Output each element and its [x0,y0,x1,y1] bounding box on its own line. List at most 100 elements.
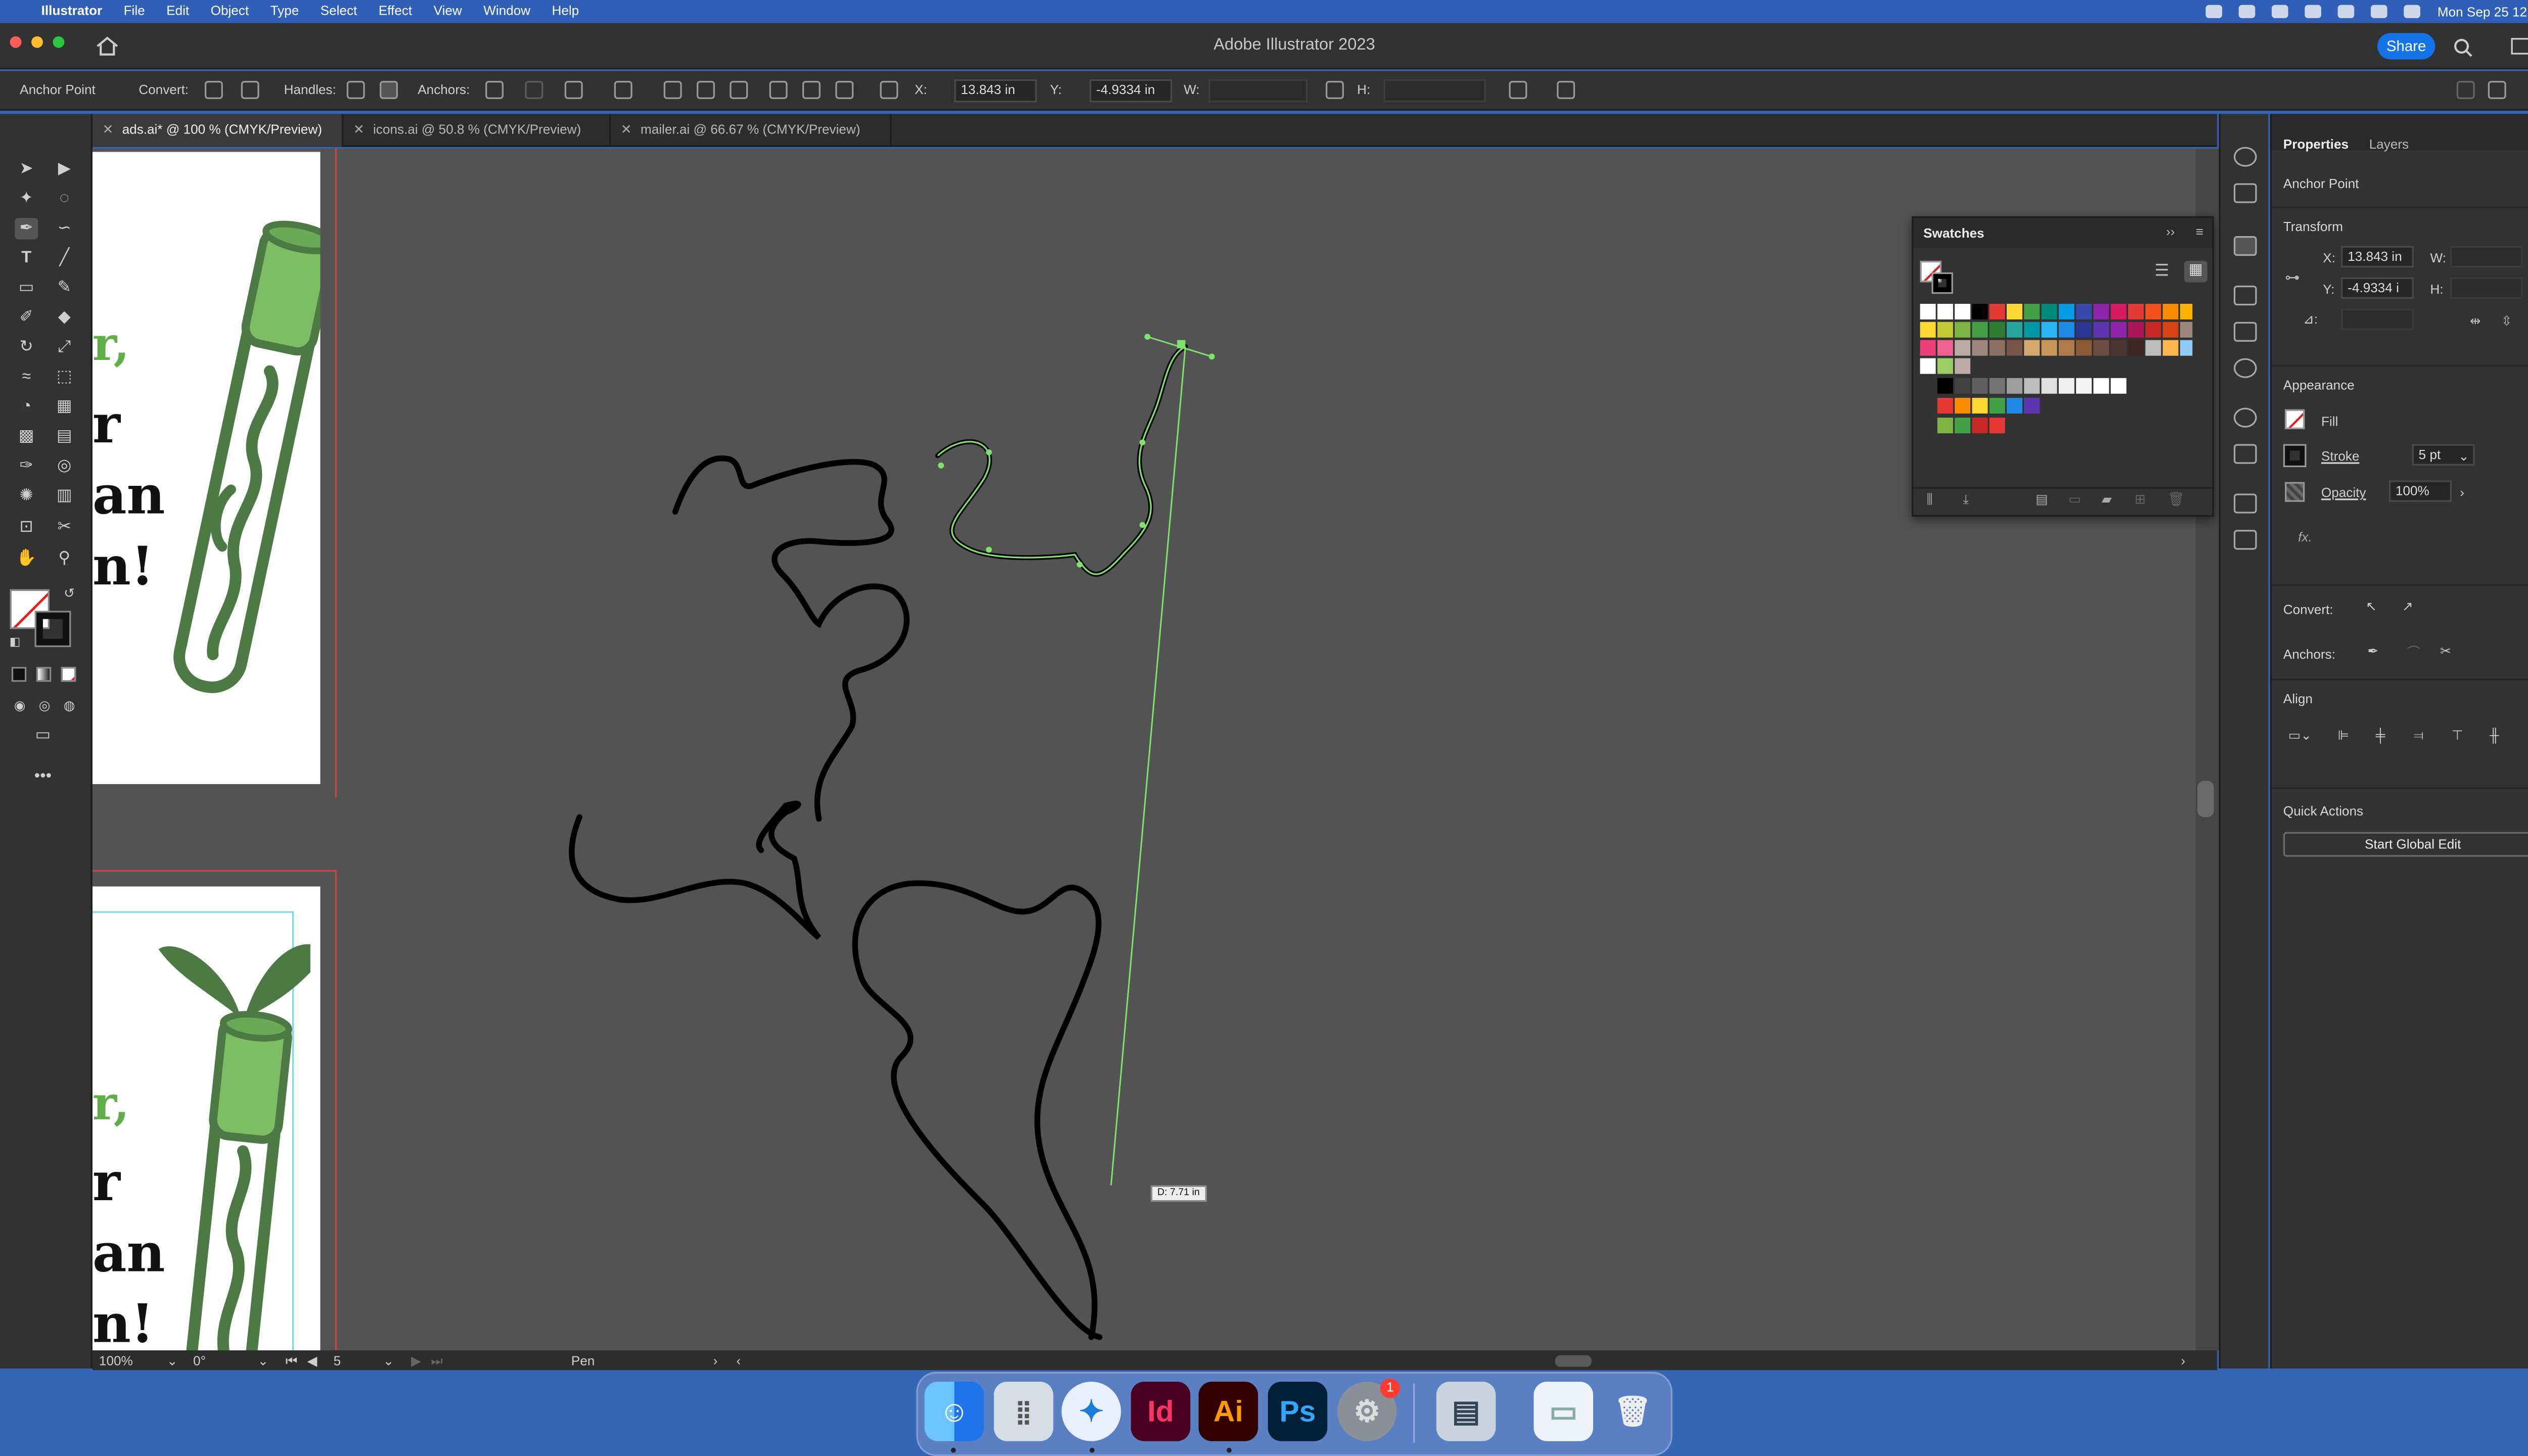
tab-ads[interactable]: ✕ ads.ai* @ 100 % (CMYK/Preview) [92,114,344,147]
draw-inside-icon[interactable]: ◍ [58,695,81,716]
arrange-documents-icon[interactable] [2511,38,2528,55]
finder-icon[interactable]: ☺ [924,1382,984,1441]
zoom-tool-icon[interactable]: ⚲ [53,548,76,569]
line-tool-icon[interactable]: ╱ [53,248,76,269]
swatch[interactable] [1920,322,1936,338]
horizontal-scrollbar-thumb[interactable] [1555,1355,1592,1367]
menu-edit[interactable]: Edit [166,0,189,23]
swatch[interactable] [2058,303,2074,320]
color-guide-icon[interactable] [2233,147,2257,167]
fx-icon[interactable]: fx. [2298,530,2312,544]
status-menu-icon[interactable]: › [713,1354,718,1369]
swatch[interactable] [1937,303,1953,320]
swatch[interactable] [1955,340,1971,356]
convert-corner-icon[interactable] [204,80,223,99]
control-center-icon[interactable] [2404,5,2421,18]
swatch[interactable] [1972,340,1988,356]
direct-selection-tool-icon[interactable]: ▶ [53,158,76,179]
gradient-mode-icon[interactable] [36,667,52,682]
swatch[interactable] [2006,303,2022,320]
swatch[interactable] [1989,303,2005,320]
warp-tool-icon[interactable]: ≈ [15,367,38,388]
swatch[interactable] [2162,303,2179,320]
hand-tool-icon[interactable]: ✋ [15,548,38,569]
artboard-number[interactable]: 5 [334,1354,390,1369]
swatch[interactable] [1955,378,1971,394]
mesh-tool-icon[interactable]: ▩ [15,426,38,447]
align-right-icon[interactable]: ⫤ [2414,728,2424,745]
menu-view[interactable]: View [433,0,462,23]
canvas[interactable]: r, r an n! r, r an n! D: 7.71 in [92,148,2196,1351]
swatch[interactable] [1937,358,1953,374]
swatch[interactable] [1989,397,2005,414]
color-mode-icon[interactable] [11,667,27,682]
rotation-value[interactable]: 0° [193,1354,259,1369]
align-vcenter-icon[interactable]: ╫ [2490,728,2499,743]
flip-vertical-icon[interactable]: ⇳ [2501,313,2512,328]
close-tab-icon[interactable]: ✕ [621,114,632,147]
swatch[interactable] [1937,418,1953,434]
swatch[interactable] [2006,378,2022,394]
previous-artboard-icon[interactable]: ◀ [307,1354,317,1369]
swatch[interactable] [2041,340,2057,356]
swatch-grid[interactable] [1920,303,2193,439]
h-field[interactable] [2450,277,2523,299]
swatch[interactable] [2128,322,2144,338]
x-field[interactable]: 13.843 in [954,79,1037,103]
swatch[interactable] [2145,303,2161,320]
brushes-icon[interactable] [2233,183,2257,203]
type-tool-icon[interactable]: T [15,248,38,269]
swatch[interactable] [1920,358,1936,374]
align-vcenter-icon[interactable] [802,80,821,99]
menu-select[interactable]: Select [321,0,357,23]
shaper-tool-icon[interactable]: ✐ [15,307,38,328]
swatch[interactable] [1955,322,1971,338]
menu-help[interactable]: Help [552,0,579,23]
first-artboard-icon[interactable]: ⏮ [286,1354,298,1371]
swatch[interactable] [2024,397,2040,414]
share-button[interactable]: Share [2377,33,2435,60]
stroke-swatch[interactable] [34,611,71,647]
lasso-tool-icon[interactable]: ◌ [53,188,76,209]
chevron-right-icon[interactable]: › [2460,485,2464,500]
swatch[interactable] [2180,322,2193,338]
tab-properties[interactable]: Properties [2283,137,2349,152]
menu-window[interactable]: Window [483,0,530,23]
swatch[interactable] [1989,340,2005,356]
menu-app[interactable]: Illustrator [41,0,103,23]
swatch[interactable] [1920,303,1936,320]
appearance-panel-icon[interactable] [2233,407,2257,428]
swatch[interactable] [2180,303,2193,320]
swatch[interactable] [2024,378,2040,394]
swatch[interactable] [2024,322,2040,338]
opacity-field[interactable]: 100% [2388,480,2452,502]
remove-anchor-icon[interactable]: ✒ [2367,644,2378,658]
remove-anchor-icon[interactable] [485,80,504,99]
menu-type[interactable]: Type [270,0,299,23]
draw-normal-icon[interactable]: ◉ [8,695,31,716]
swatch[interactable] [2162,340,2179,356]
tab-layers[interactable]: Layers [2369,137,2409,152]
align-bottom-icon[interactable] [835,80,854,99]
curvature-tool-icon[interactable]: ∽ [53,218,76,239]
connect-anchor-icon[interactable]: ⌒ [2407,644,2420,662]
gradient-panel-icon[interactable] [2233,322,2257,342]
stroke-label[interactable]: Stroke [2321,449,2360,464]
stroke-panel-icon[interactable] [2233,285,2257,306]
menubar-datetime[interactable]: Mon Sep 25 12:03 PM [2437,4,2528,19]
swatch[interactable] [2110,340,2127,356]
tab-icons[interactable]: ✕ icons.ai @ 50.8 % (CMYK/Preview) [343,114,611,147]
rectangle-tool-icon[interactable]: ▭ [15,278,38,299]
chevron-down-icon[interactable]: ⌄ [2458,449,2469,464]
constrain-proportions-icon[interactable] [1326,80,1344,99]
cut-path-icon[interactable]: ✂ [2440,644,2451,658]
swatch[interactable] [2093,378,2109,394]
battery-icon[interactable] [2305,5,2322,18]
swatch[interactable] [2058,340,2074,356]
blend-tool-icon[interactable]: ◎ [53,456,76,477]
swatch[interactable] [2076,378,2092,394]
swatch[interactable] [2110,322,2127,338]
documents-folder-icon[interactable]: ▭ [1533,1382,1594,1441]
panel-menu-icon[interactable]: ≡ [2196,224,2203,239]
align-right-icon[interactable] [730,80,748,99]
